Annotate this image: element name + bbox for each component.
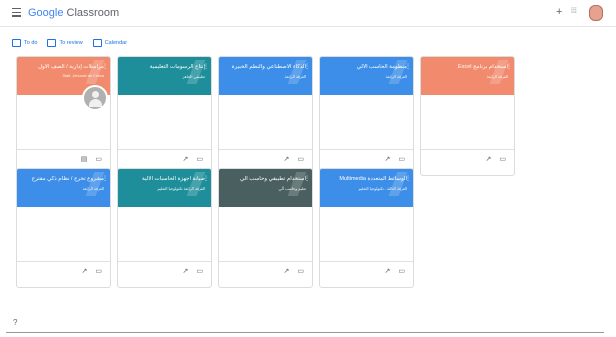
trending-icon[interactable]: ↗ xyxy=(183,267,189,275)
folder-icon[interactable]: ▭ xyxy=(297,155,304,163)
more-options-icon[interactable]: ⋮ xyxy=(405,63,411,70)
class-subtitle: الفرقة الرابعة تكنولوجيا التعليم xyxy=(157,187,205,191)
class-subtitle: تطبيقي الجاهز xyxy=(182,75,205,79)
card-divider xyxy=(219,149,312,150)
card-actions: ↗ ▭ xyxy=(284,155,305,163)
card-divider xyxy=(118,261,211,262)
folder-icon[interactable]: ▭ xyxy=(95,155,102,163)
trending-icon[interactable]: ↗ xyxy=(385,155,391,163)
class-card[interactable]: Multimedia الوسائط المتعددة الفرقة الثال… xyxy=(319,168,414,288)
tab-to-do[interactable]: To do xyxy=(12,39,37,47)
card-actions: ↗ ▭ xyxy=(284,267,305,275)
class-card[interactable]: منظومة الحاسب الآلي الفرقة الرابعة ⋮ ↗ ▭ xyxy=(319,56,414,176)
class-card[interactable]: الذكاء الاصطناعي والنظم الخبيرة الفرقة ا… xyxy=(218,56,313,176)
class-card[interactable]: مراسلات إدارية / الصف الأول Staff, Jehov… xyxy=(16,56,111,176)
card-divider xyxy=(320,261,413,262)
class-card[interactable]: إنتاج الرسومات التعليمية تطبيقي الجاهز ⋮… xyxy=(117,56,212,176)
folder-icon[interactable]: ▭ xyxy=(95,267,102,275)
more-options-icon[interactable]: ⋮ xyxy=(405,175,411,182)
card-actions: ↗ ▭ xyxy=(486,155,507,163)
tab-calendar[interactable]: Calendar xyxy=(92,39,127,47)
main-menu-icon[interactable] xyxy=(12,8,21,17)
card-divider xyxy=(17,149,110,150)
quick-links: To do To review Calendar xyxy=(12,37,127,49)
class-subtitle: الفرقة الرابعة xyxy=(82,187,104,191)
class-card[interactable]: Excel استخدام برنامج الفرقة الرابعة ⋮ ↗ … xyxy=(420,56,515,176)
trending-icon[interactable]: ↗ xyxy=(284,267,290,275)
card-actions: ↗ ▭ xyxy=(82,267,103,275)
more-options-icon[interactable]: ⋮ xyxy=(203,175,209,182)
teacher-avatar xyxy=(82,85,108,111)
trending-icon[interactable]: ↗ xyxy=(385,267,391,275)
folder-icon[interactable]: ▭ xyxy=(398,267,405,275)
divider xyxy=(6,332,604,333)
class-title[interactable]: استخدام تطبيقي وحاسب آلي xyxy=(226,176,306,182)
review-icon xyxy=(47,39,57,47)
add-class-icon[interactable]: + xyxy=(556,6,562,18)
card-actions: ↗ ▭ xyxy=(385,267,406,275)
more-options-icon[interactable]: ⋮ xyxy=(102,175,108,182)
assignment-icon[interactable]: ▤ xyxy=(81,155,88,163)
class-title[interactable]: منظومة الحاسب الآلي xyxy=(327,64,407,70)
folder-icon[interactable]: ▭ xyxy=(196,267,203,275)
card-actions: ▤ ▭ xyxy=(81,155,102,163)
app-title-google: Google xyxy=(28,7,64,19)
class-title[interactable]: إنتاج الرسومات التعليمية xyxy=(125,64,205,70)
more-options-icon[interactable]: ⋮ xyxy=(304,175,310,182)
class-subtitle: الفرقة الرابعة xyxy=(284,75,306,79)
calendar-icon xyxy=(92,39,102,47)
class-title[interactable]: صيانة أجهزة الحاسبات الآلية xyxy=(125,176,205,182)
class-title[interactable]: Excel استخدام برنامج xyxy=(428,64,508,70)
more-options-icon[interactable]: ⋮ xyxy=(203,63,209,70)
more-options-icon[interactable]: ⋮ xyxy=(102,63,108,70)
trending-icon[interactable]: ↗ xyxy=(183,155,189,163)
trending-icon[interactable]: ↗ xyxy=(486,155,492,163)
class-title[interactable]: Multimedia الوسائط المتعددة xyxy=(327,176,407,182)
more-options-icon[interactable]: ⋮ xyxy=(304,63,310,70)
app-title[interactable]: Google Classroom xyxy=(28,7,119,19)
class-card[interactable]: استخدام تطبيقي وحاسب آلي تعليم وحاسب آلي… xyxy=(218,168,313,288)
card-divider xyxy=(118,149,211,150)
card-divider xyxy=(17,261,110,262)
class-card[interactable]: صيانة أجهزة الحاسبات الآلية الفرقة الراب… xyxy=(117,168,212,288)
card-divider xyxy=(421,149,514,150)
help-icon[interactable]: ? xyxy=(13,318,17,327)
more-options-icon[interactable]: ⋮ xyxy=(506,63,512,70)
class-title[interactable]: الذكاء الاصطناعي والنظم الخبيرة xyxy=(226,64,306,70)
folder-icon[interactable]: ▭ xyxy=(398,155,405,163)
card-actions: ↗ ▭ xyxy=(183,155,204,163)
trending-icon[interactable]: ↗ xyxy=(284,155,290,163)
class-title[interactable]: مراسلات إدارية / الصف الأول xyxy=(24,64,104,70)
class-subtitle: الفرقة الرابعة xyxy=(486,75,508,79)
todo-icon xyxy=(12,39,21,47)
card-divider xyxy=(320,149,413,150)
tab-to-review[interactable]: To review xyxy=(47,39,83,47)
card-divider xyxy=(219,261,312,262)
card-actions: ↗ ▭ xyxy=(183,267,204,275)
trending-icon[interactable]: ↗ xyxy=(82,267,88,275)
folder-icon[interactable]: ▭ xyxy=(297,267,304,275)
apps-grid-icon[interactable]: ⁞⁞⁞ xyxy=(571,6,577,18)
app-title-classroom: Classroom xyxy=(66,7,120,19)
class-subtitle: Staff, Jehovah de Cheza xyxy=(62,74,104,78)
class-subtitle: الفرقة الرابعة xyxy=(385,75,407,79)
folder-icon[interactable]: ▭ xyxy=(499,155,506,163)
top-bar: Google Classroom + ⁞⁞⁞ xyxy=(0,0,616,27)
class-subtitle: تعليم وحاسب آلي xyxy=(278,187,306,191)
class-card[interactable]: مشروع تخرج / نظام ذكي مقترح الفرقة الراب… xyxy=(16,168,111,288)
folder-icon[interactable]: ▭ xyxy=(196,155,203,163)
card-actions: ↗ ▭ xyxy=(385,155,406,163)
class-title[interactable]: مشروع تخرج / نظام ذكي مقترح xyxy=(24,176,104,182)
account-avatar[interactable] xyxy=(589,5,603,21)
class-subtitle: الفرقة الثالثة - تكنولوجيا التعليم xyxy=(358,187,407,191)
